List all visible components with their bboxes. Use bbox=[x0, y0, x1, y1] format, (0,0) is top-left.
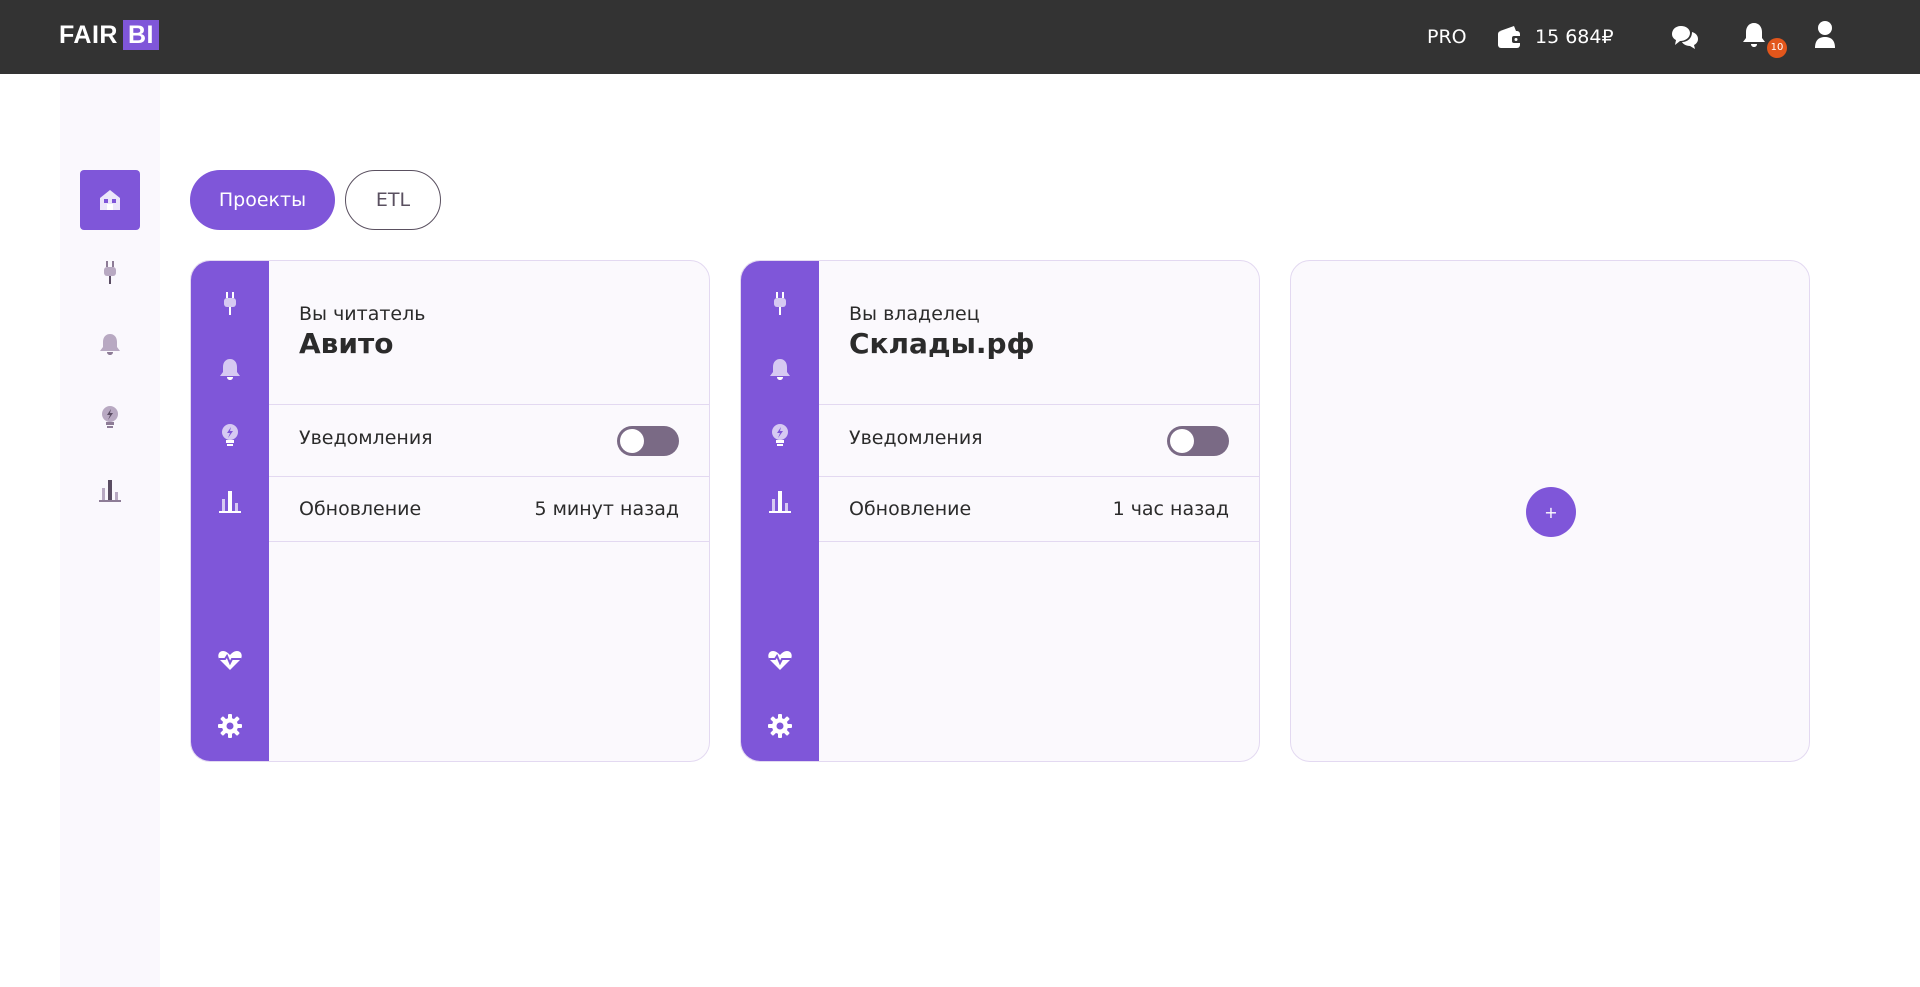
notifications-label: Уведомления bbox=[299, 427, 433, 449]
tab-etl[interactable]: ETL bbox=[345, 170, 441, 230]
project-card[interactable]: Вы владелец Склады.рф Уведомления Обновл… bbox=[740, 260, 1260, 762]
bell-icon bbox=[220, 359, 240, 380]
update-value: 1 час назад bbox=[1112, 498, 1229, 520]
card-connections-button[interactable] bbox=[216, 289, 244, 317]
gear-icon bbox=[768, 714, 792, 738]
bulb-icon bbox=[222, 424, 238, 446]
notifications-label: Уведомления bbox=[849, 427, 983, 449]
plug-icon bbox=[104, 261, 116, 284]
update-label: Обновление bbox=[299, 498, 422, 520]
update-row: Обновление 1 час назад bbox=[819, 476, 1259, 542]
card-alerts-button[interactable] bbox=[766, 355, 794, 383]
card-connections-button[interactable] bbox=[766, 289, 794, 317]
project-name[interactable]: Склады.рф bbox=[849, 327, 1034, 360]
card-health-button[interactable] bbox=[216, 646, 244, 674]
notification-count-badge: 10 bbox=[1767, 38, 1787, 58]
plug-icon bbox=[774, 292, 786, 315]
sidebar-item-alerts[interactable] bbox=[80, 314, 140, 374]
project-role: Вы владелец bbox=[849, 303, 980, 325]
toggle-knob bbox=[620, 429, 644, 453]
notifications-toggle[interactable] bbox=[1167, 426, 1229, 456]
card-settings-button[interactable] bbox=[216, 712, 244, 740]
bell-icon[interactable] bbox=[1741, 21, 1767, 49]
card-settings-button[interactable] bbox=[766, 712, 794, 740]
project-role: Вы читатель bbox=[299, 303, 426, 325]
chart-icon bbox=[769, 491, 791, 513]
project-card[interactable]: Вы читатель Авито Уведомления Обновление… bbox=[190, 260, 710, 762]
wallet-icon[interactable] bbox=[1497, 25, 1523, 49]
top-bar: FAIR BI PRO 15 684₽ 10 bbox=[0, 0, 1920, 74]
logo-text: FAIR bbox=[59, 20, 118, 49]
card-insights-button[interactable] bbox=[766, 421, 794, 449]
update-label: Обновление bbox=[849, 498, 972, 520]
logo[interactable]: FAIR BI bbox=[59, 20, 159, 50]
notifications-row: Уведомления bbox=[819, 404, 1259, 476]
notifications-row: Уведомления bbox=[269, 404, 709, 476]
chart-icon bbox=[99, 480, 121, 502]
sidebar-item-connections[interactable] bbox=[80, 242, 140, 302]
toggle-knob bbox=[1170, 429, 1194, 453]
add-project-button[interactable]: + bbox=[1526, 487, 1576, 537]
home-icon bbox=[100, 190, 120, 210]
left-sidebar bbox=[60, 74, 160, 987]
card-alerts-button[interactable] bbox=[216, 355, 244, 383]
card-side-toolbar bbox=[741, 261, 819, 761]
card-body: Вы читатель Авито Уведомления Обновление… bbox=[269, 261, 709, 761]
notifications-toggle[interactable] bbox=[617, 426, 679, 456]
update-value: 5 минут назад bbox=[534, 498, 679, 520]
heart-pulse-icon bbox=[768, 651, 792, 670]
sidebar-item-reports[interactable] bbox=[80, 460, 140, 520]
card-side-toolbar bbox=[191, 261, 269, 761]
card-body: Вы владелец Склады.рф Уведомления Обновл… bbox=[819, 261, 1259, 761]
bulb-icon bbox=[102, 406, 118, 428]
bulb-icon bbox=[772, 424, 788, 446]
balance[interactable]: 15 684₽ bbox=[1535, 26, 1614, 48]
chat-icon[interactable] bbox=[1671, 24, 1699, 50]
sidebar-item-insights[interactable] bbox=[80, 387, 140, 447]
heart-pulse-icon bbox=[218, 651, 242, 670]
bell-icon bbox=[770, 359, 790, 380]
user-icon[interactable] bbox=[1814, 20, 1836, 50]
sidebar-item-home[interactable] bbox=[80, 170, 140, 230]
update-row: Обновление 5 минут назад bbox=[269, 476, 709, 542]
add-project-card: + bbox=[1290, 260, 1810, 762]
card-health-button[interactable] bbox=[766, 646, 794, 674]
card-reports-button[interactable] bbox=[216, 487, 244, 515]
chart-icon bbox=[219, 491, 241, 513]
logo-badge: BI bbox=[122, 20, 159, 50]
plan-label[interactable]: PRO bbox=[1427, 26, 1467, 48]
card-insights-button[interactable] bbox=[216, 421, 244, 449]
card-reports-button[interactable] bbox=[766, 487, 794, 515]
project-name[interactable]: Авито bbox=[299, 327, 393, 360]
gear-icon bbox=[218, 714, 242, 738]
tab-projects[interactable]: Проекты bbox=[190, 170, 335, 230]
plug-icon bbox=[224, 292, 236, 315]
bell-icon bbox=[100, 334, 120, 355]
